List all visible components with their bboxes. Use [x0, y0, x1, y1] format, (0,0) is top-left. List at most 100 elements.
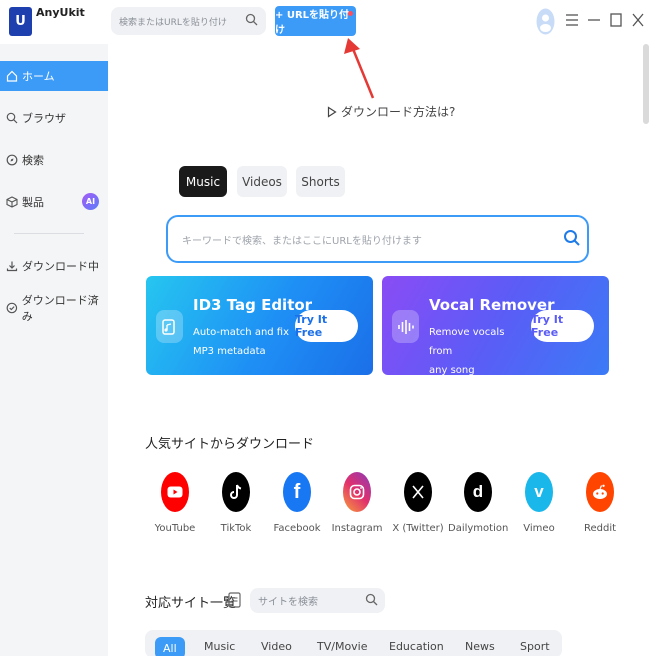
avatar-icon[interactable] — [536, 8, 555, 35]
try-it-free-button[interactable]: Try It Free — [531, 310, 594, 342]
download-icon — [6, 261, 18, 272]
top-search-placeholder: 検索またはURLを貼り付け — [119, 17, 227, 28]
site-reddit[interactable]: Reddit — [570, 472, 630, 534]
compass-icon — [6, 154, 18, 166]
sidebar-item-label: ホーム — [22, 70, 55, 83]
tab-shorts[interactable]: Shorts — [296, 166, 345, 197]
tiktok-icon — [222, 472, 250, 512]
site-x-twitter[interactable]: X (Twitter) — [388, 472, 448, 534]
tab-label: Shorts — [301, 174, 340, 189]
promo-id3-tag-editor[interactable]: ID3 Tag Editor Auto-match and fix MP3 me… — [146, 276, 373, 375]
site-tiktok[interactable]: TikTok — [206, 472, 266, 534]
x-icon — [404, 472, 432, 512]
list-icon[interactable] — [228, 592, 241, 608]
site-facebook[interactable]: f Facebook — [267, 472, 327, 534]
category-video[interactable]: Video — [261, 640, 292, 653]
tab-label: Videos — [242, 174, 282, 189]
promo-vocal-remover[interactable]: Vocal Remover Remove vocals from any son… — [382, 276, 609, 375]
site-vimeo[interactable]: v Vimeo — [509, 472, 569, 534]
category-news[interactable]: News — [465, 640, 495, 653]
tab-music[interactable]: Music — [179, 166, 227, 197]
notification-dot — [348, 11, 353, 16]
vimeo-icon: v — [525, 472, 553, 512]
promo-desc-line: Remove vocals from — [429, 327, 505, 357]
search-icon[interactable] — [365, 593, 378, 606]
site-name: Facebook — [273, 523, 321, 534]
sidebar-item-downloaded[interactable]: ダウンロード済み — [0, 293, 108, 323]
music-tag-icon — [156, 310, 183, 343]
paste-url-label: + URLを貼り付け — [275, 10, 350, 36]
scrollbar[interactable] — [643, 44, 649, 124]
top-search-input[interactable]: 検索またはURLを貼り付け — [111, 7, 266, 35]
close-icon[interactable] — [630, 12, 646, 28]
sidebar-item-label: 製品 — [22, 196, 44, 209]
promo-title: Vocal Remover — [429, 296, 555, 314]
top-bar: U AnyUkit 検索またはURLを貼り付け + URLを貼り付け — [0, 0, 656, 44]
sidebar: ホーム ブラウザ 検索 製品 AI ダウンロード中 ダウンロード済み — [0, 44, 108, 656]
ai-badge: AI — [82, 193, 99, 210]
sidebar-item-label: ダウンロード中 — [22, 260, 99, 273]
app-logo: U — [9, 7, 32, 36]
how-to-download-link[interactable]: ダウンロード方法は? — [327, 103, 455, 120]
reddit-icon — [586, 472, 614, 512]
search-icon — [6, 112, 18, 124]
site-search-placeholder: サイトを検索 — [258, 597, 318, 608]
search-icon[interactable] — [563, 229, 581, 247]
promo-desc-line: MP3 metadata — [193, 346, 266, 357]
sidebar-item-home[interactable]: ホーム — [0, 61, 108, 91]
sidebar-item-label: ブラウザ — [22, 112, 66, 125]
site-youtube[interactable]: YouTube — [145, 472, 205, 534]
site-instagram[interactable]: Instagram — [327, 472, 387, 534]
home-icon — [6, 70, 18, 82]
sidebar-item-label: 検索 — [22, 154, 44, 167]
promo-description: Auto-match and fix MP3 metadata — [193, 323, 293, 361]
site-name: Reddit — [583, 523, 617, 534]
sidebar-divider — [14, 233, 84, 234]
promo-desc-line: any song — [429, 365, 475, 375]
tab-label: Music — [185, 174, 221, 189]
sidebar-item-downloading[interactable]: ダウンロード中 — [0, 251, 108, 281]
instagram-icon — [343, 472, 371, 512]
play-icon — [327, 105, 337, 118]
main-search-input[interactable]: キーワードで検索、またはここにURLを貼り付けます — [166, 215, 589, 263]
app-title: AnyUkit — [36, 6, 85, 19]
site-name: Vimeo — [523, 523, 555, 534]
box-icon — [6, 196, 18, 208]
maximize-icon[interactable] — [608, 12, 624, 28]
site-name: TikTok — [220, 523, 252, 534]
try-it-free-button[interactable]: Try It Free — [295, 310, 358, 342]
sidebar-item-products[interactable]: 製品 AI — [0, 187, 108, 217]
popular-sites-title: 人気サイトからダウンロード — [145, 437, 315, 452]
site-name: Instagram — [331, 523, 383, 534]
promo-description: Remove vocals from any song — [429, 323, 529, 375]
promo-title: ID3 Tag Editor — [193, 296, 313, 314]
site-name: Dailymotion — [448, 523, 509, 534]
how-to-download-label: ダウンロード方法は? — [341, 105, 456, 119]
site-name: X (Twitter) — [392, 523, 444, 534]
check-circle-icon — [6, 302, 18, 314]
supported-sites-title: 対応サイト一覧 — [145, 596, 237, 611]
category-education[interactable]: Education — [389, 640, 444, 653]
category-sport[interactable]: Sport — [520, 640, 550, 653]
paste-url-button[interactable]: + URLを貼り付け — [275, 6, 356, 36]
category-tv-movie[interactable]: TV/Movie — [317, 640, 368, 653]
category-tabs: All Music Video TV/Movie Education News … — [145, 630, 562, 656]
sidebar-item-label: ダウンロード済み — [21, 294, 99, 323]
minimize-icon[interactable] — [586, 12, 602, 28]
category-music[interactable]: Music — [204, 640, 235, 653]
youtube-icon — [161, 472, 189, 512]
sidebar-item-search[interactable]: 検索 — [0, 145, 108, 175]
promo-desc-line: Auto-match and fix — [193, 327, 290, 338]
site-search-input[interactable]: サイトを検索 — [250, 588, 385, 613]
dailymotion-icon: d — [464, 472, 492, 512]
sidebar-item-browser[interactable]: ブラウザ — [0, 103, 108, 133]
tab-videos[interactable]: Videos — [237, 166, 287, 197]
menu-icon[interactable] — [564, 12, 580, 28]
facebook-icon: f — [283, 472, 311, 512]
annotation-arrow-icon — [344, 38, 375, 99]
site-dailymotion[interactable]: d Dailymotion — [448, 472, 508, 534]
search-icon[interactable] — [245, 13, 258, 26]
main-search-placeholder: キーワードで検索、またはここにURLを貼り付けます — [182, 235, 422, 247]
waveform-icon — [392, 310, 419, 343]
category-all[interactable]: All — [155, 637, 185, 656]
